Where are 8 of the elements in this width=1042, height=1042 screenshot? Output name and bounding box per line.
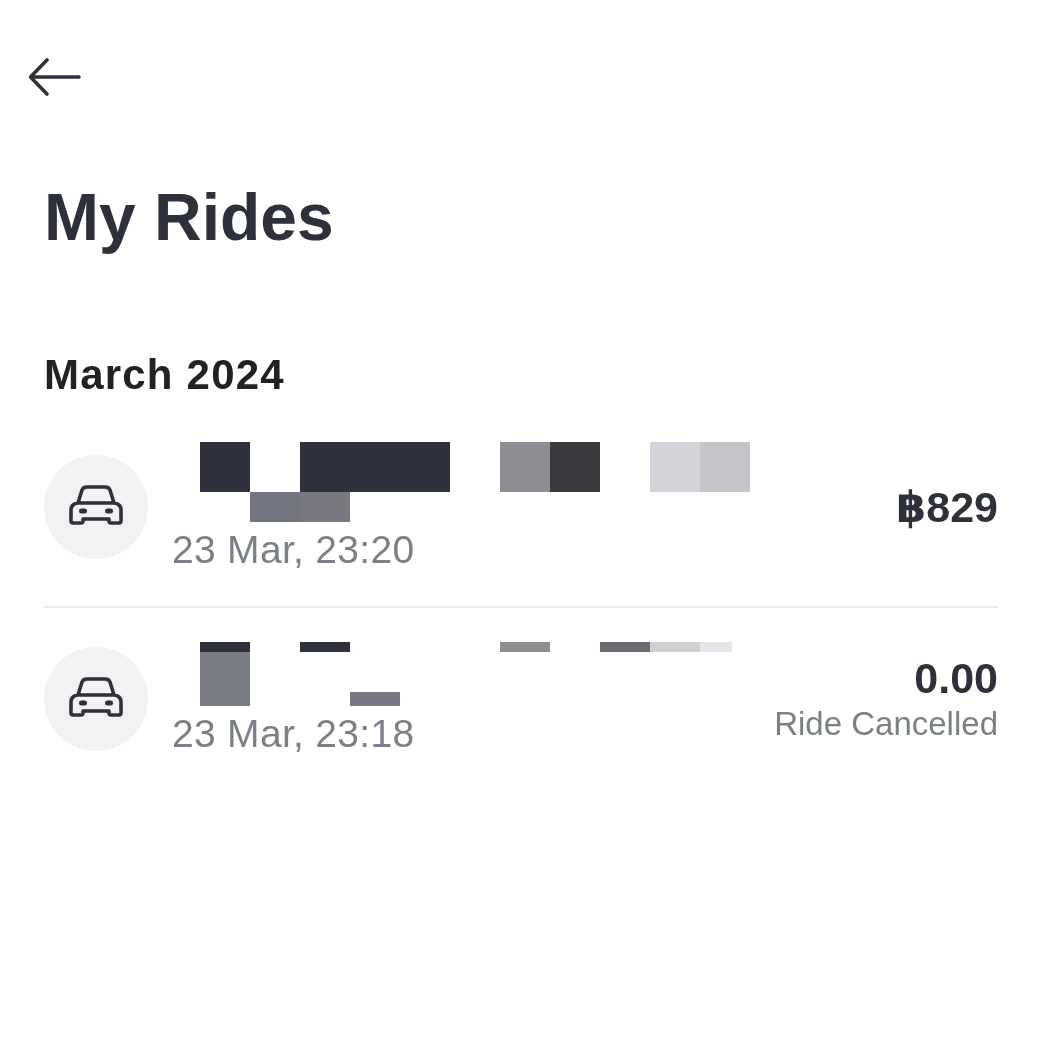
- page-title: My Rides: [44, 179, 335, 256]
- back-icon: [27, 56, 81, 98]
- ride-amount: 0.00: [914, 653, 998, 703]
- section-heading: March 2024: [44, 350, 286, 400]
- ride-date: 23 Mar, 23:20: [172, 528, 415, 572]
- ride-status: Ride Cancelled: [774, 704, 998, 744]
- ride-date: 23 Mar, 23:18: [172, 712, 415, 756]
- ride-amount: ฿829: [896, 482, 998, 532]
